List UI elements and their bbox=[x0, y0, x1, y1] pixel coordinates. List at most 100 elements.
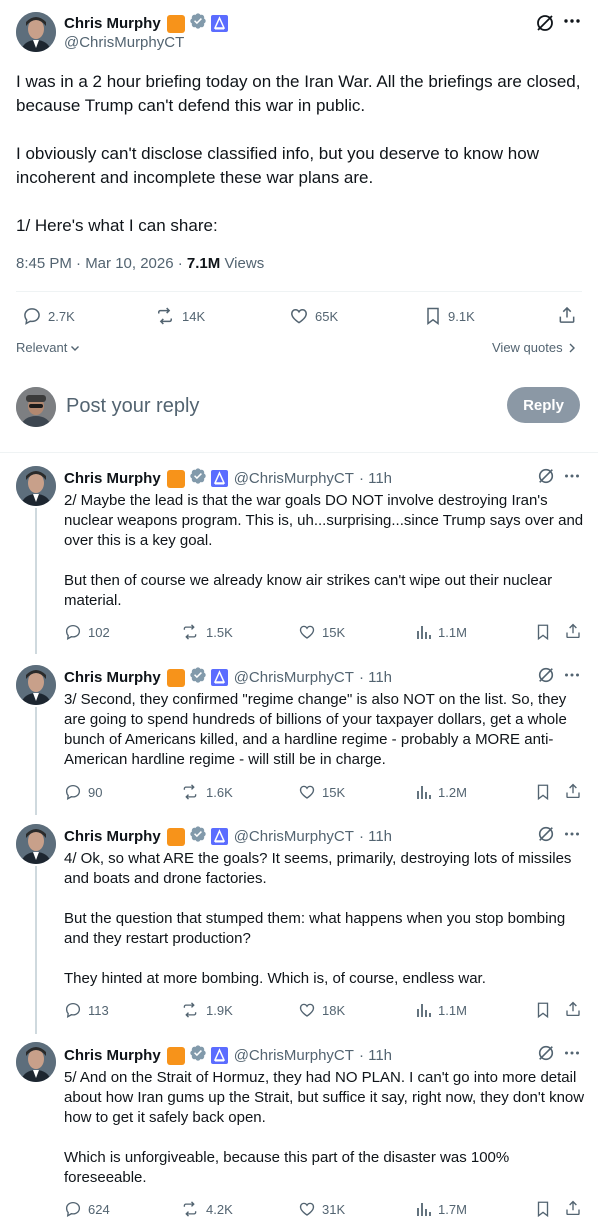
bookmark-action[interactable]: 9.1K bbox=[424, 306, 475, 326]
more-icon[interactable] bbox=[563, 18, 581, 24]
tweet-meta: 8:45 PM · Mar 10, 2026 · 7.1M Views bbox=[16, 255, 264, 272]
reply-header: Chris Murphy @ChrisMurphyCT · 11h bbox=[64, 825, 392, 848]
reply-count: 90 bbox=[88, 784, 103, 800]
share-icon[interactable] bbox=[564, 782, 582, 800]
reply-author-name[interactable]: Chris Murphy bbox=[64, 470, 161, 487]
bookmark-icon[interactable] bbox=[535, 623, 551, 641]
chevron-right-icon bbox=[567, 342, 577, 354]
reply-author-name[interactable]: Chris Murphy bbox=[64, 828, 161, 845]
reply-button[interactable]: Reply bbox=[507, 387, 580, 423]
grok-icon[interactable] bbox=[537, 1044, 555, 1062]
reply-avatar[interactable] bbox=[16, 824, 56, 864]
like-action[interactable]: 31K bbox=[298, 1200, 345, 1218]
author-handle[interactable]: @ChrisMurphyCT bbox=[64, 34, 184, 51]
repost-icon bbox=[154, 306, 176, 326]
more-icon[interactable] bbox=[564, 831, 580, 837]
views-icon bbox=[416, 1200, 432, 1218]
repost-count: 4.2K bbox=[206, 1201, 233, 1217]
repost-action[interactable]: 1.5K bbox=[180, 623, 233, 641]
views-count: 1.1M bbox=[438, 624, 467, 640]
reply-author-handle[interactable]: @ChrisMurphyCT bbox=[234, 828, 354, 845]
author-avatar[interactable] bbox=[16, 12, 56, 52]
sort-selector[interactable]: Relevant bbox=[16, 340, 81, 355]
reply-input[interactable]: Post your reply bbox=[66, 395, 199, 418]
grok-icon[interactable] bbox=[537, 666, 555, 684]
author-name[interactable]: Chris Murphy bbox=[64, 15, 161, 32]
share-icon[interactable] bbox=[564, 622, 582, 640]
gold-badge-icon bbox=[166, 827, 185, 846]
reply-time[interactable]: · 11h bbox=[359, 828, 392, 845]
like-count: 15K bbox=[322, 624, 346, 640]
bookmark-icon[interactable] bbox=[535, 1200, 551, 1218]
repost-icon bbox=[180, 623, 200, 641]
senate-badge-icon bbox=[210, 828, 228, 845]
user-avatar[interactable] bbox=[16, 387, 56, 427]
reply-avatar[interactable] bbox=[16, 665, 56, 705]
repost-action[interactable]: 14K bbox=[154, 306, 205, 326]
views-count: 1.7M bbox=[438, 1201, 467, 1217]
gold-badge-icon bbox=[166, 14, 185, 33]
reply-avatar[interactable] bbox=[16, 466, 56, 506]
reply-author-handle[interactable]: @ChrisMurphyCT bbox=[234, 669, 354, 686]
reply-time[interactable]: · 11h bbox=[359, 470, 392, 487]
gold-badge-icon bbox=[166, 668, 185, 687]
reply-avatar[interactable] bbox=[16, 1042, 56, 1082]
reply-time[interactable]: · 11h bbox=[359, 669, 392, 686]
views-action[interactable]: 1.7M bbox=[416, 1200, 467, 1218]
repost-action[interactable]: 4.2K bbox=[180, 1200, 233, 1218]
reply-author-handle[interactable]: @ChrisMurphyCT bbox=[234, 470, 354, 487]
like-icon bbox=[298, 623, 316, 641]
grok-icon[interactable] bbox=[537, 467, 555, 485]
like-action[interactable]: 65K bbox=[289, 306, 338, 326]
repost-action[interactable]: 1.9K bbox=[180, 1001, 233, 1019]
view-quotes-link[interactable]: View quotes bbox=[492, 340, 577, 355]
repost-action[interactable]: 1.6K bbox=[180, 783, 233, 801]
like-action[interactable]: 15K bbox=[298, 783, 345, 801]
repost-count: 14K bbox=[182, 308, 206, 324]
view-quotes-label: View quotes bbox=[492, 340, 563, 355]
verified-icon bbox=[189, 467, 207, 490]
share-icon[interactable] bbox=[557, 305, 577, 325]
reply-header: Chris Murphy @ChrisMurphyCT · 11h bbox=[64, 1044, 392, 1067]
bookmark-count: 9.1K bbox=[448, 308, 475, 324]
repost-icon bbox=[180, 783, 200, 801]
repost-icon bbox=[180, 1200, 200, 1218]
like-count: 18K bbox=[322, 1002, 346, 1018]
like-action[interactable]: 15K bbox=[298, 623, 345, 641]
reply-author-handle[interactable]: @ChrisMurphyCT bbox=[234, 1047, 354, 1064]
share-icon[interactable] bbox=[564, 1199, 582, 1217]
reply-action[interactable]: 2.7K bbox=[22, 306, 75, 326]
views-icon bbox=[416, 1001, 432, 1019]
reply-body: 5/ And on the Strait of Hormuz, they had… bbox=[64, 1069, 585, 1186]
reply-time[interactable]: · 11h bbox=[359, 1047, 392, 1064]
reply-action[interactable]: 90 bbox=[64, 783, 102, 801]
reply-body: 2/ Maybe the lead is that the war goals … bbox=[64, 492, 584, 609]
views-action[interactable]: 1.2M bbox=[416, 783, 467, 801]
reply-icon bbox=[64, 623, 82, 641]
senate-badge-icon bbox=[210, 470, 228, 487]
more-icon[interactable] bbox=[564, 672, 580, 678]
more-icon[interactable] bbox=[564, 1050, 580, 1056]
grok-icon[interactable] bbox=[535, 13, 555, 33]
timestamp[interactable]: 8:45 PM · Mar 10, 2026 · bbox=[16, 255, 187, 272]
bookmark-icon[interactable] bbox=[535, 1001, 551, 1019]
reply-author-name[interactable]: Chris Murphy bbox=[64, 1047, 161, 1064]
reply-action[interactable]: 102 bbox=[64, 623, 110, 641]
reply-count: 2.7K bbox=[48, 308, 75, 324]
senate-badge-icon bbox=[210, 669, 228, 686]
thread-line bbox=[35, 707, 37, 815]
like-icon bbox=[298, 783, 316, 801]
bookmark-icon[interactable] bbox=[535, 783, 551, 801]
reply-icon bbox=[64, 1200, 82, 1218]
views-action[interactable]: 1.1M bbox=[416, 623, 467, 641]
share-icon[interactable] bbox=[564, 1000, 582, 1018]
reply-action[interactable]: 113 bbox=[64, 1001, 109, 1019]
senate-badge-icon bbox=[210, 1047, 228, 1064]
grok-icon[interactable] bbox=[537, 825, 555, 843]
like-count: 31K bbox=[322, 1201, 346, 1217]
like-action[interactable]: 18K bbox=[298, 1001, 345, 1019]
reply-author-name[interactable]: Chris Murphy bbox=[64, 669, 161, 686]
views-action[interactable]: 1.1M bbox=[416, 1001, 467, 1019]
reply-action[interactable]: 624 bbox=[64, 1200, 110, 1218]
more-icon[interactable] bbox=[564, 473, 580, 479]
